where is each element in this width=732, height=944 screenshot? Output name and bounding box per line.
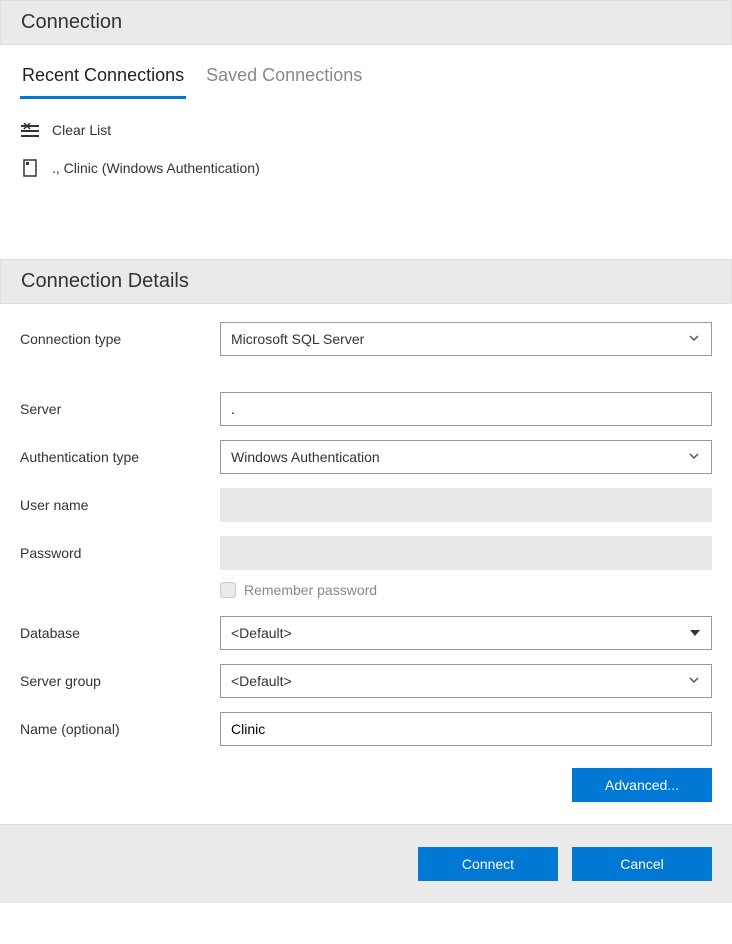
footer: Connect Cancel [0, 824, 732, 903]
tab-saved-label: Saved Connections [206, 65, 362, 85]
server-group-select[interactable]: <Default> [220, 664, 712, 698]
auth-type-select[interactable]: Windows Authentication [220, 440, 712, 474]
password-input [220, 536, 712, 570]
cancel-button[interactable]: Cancel [572, 847, 712, 881]
server-group-value: <Default> [231, 673, 292, 689]
recent-connection-item[interactable]: ., Clinic (Windows Authentication) [20, 149, 712, 187]
recent-connection-label: ., Clinic (Windows Authentication) [52, 160, 260, 176]
advanced-button-label: Advanced... [605, 777, 679, 793]
tab-recent-connections[interactable]: Recent Connections [20, 59, 186, 99]
username-input [220, 488, 712, 522]
name-input[interactable] [220, 712, 712, 746]
connection-type-select[interactable]: Microsoft SQL Server [220, 322, 712, 356]
remember-password-checkbox [220, 582, 236, 598]
cancel-button-label: Cancel [620, 856, 664, 872]
password-label: Password [20, 545, 220, 561]
database-label: Database [20, 625, 220, 641]
connection-type-label: Connection type [20, 331, 220, 347]
auth-type-value: Windows Authentication [231, 449, 380, 465]
connection-title: Connection [21, 11, 122, 33]
server-icon [20, 159, 40, 177]
connection-details-title: Connection Details [21, 270, 189, 292]
auth-type-label: Authentication type [20, 449, 220, 465]
chevron-down-icon [688, 673, 700, 689]
connection-header: Connection [0, 0, 732, 45]
clear-list-button[interactable]: Clear List [20, 111, 712, 149]
server-input[interactable] [220, 392, 712, 426]
server-group-label: Server group [20, 673, 220, 689]
database-value: <Default> [231, 625, 292, 641]
clear-list-icon [20, 121, 40, 139]
advanced-button[interactable]: Advanced... [572, 768, 712, 802]
database-combobox[interactable]: <Default> [220, 616, 712, 650]
connect-button[interactable]: Connect [418, 847, 558, 881]
connect-button-label: Connect [462, 856, 514, 872]
tab-recent-label: Recent Connections [22, 65, 184, 85]
recent-connections-list: Clear List ., Clinic (Windows Authentica… [0, 99, 732, 259]
tabs: Recent Connections Saved Connections [0, 45, 732, 99]
server-label: Server [20, 401, 220, 417]
name-label: Name (optional) [20, 721, 220, 737]
chevron-down-icon [688, 331, 700, 347]
remember-password-label: Remember password [244, 582, 377, 598]
chevron-down-icon [688, 449, 700, 465]
clear-list-label: Clear List [52, 122, 111, 138]
caret-down-icon [690, 630, 700, 636]
username-label: User name [20, 497, 220, 513]
connection-details-form: Connection type Microsoft SQL Server Ser… [0, 304, 732, 746]
tab-saved-connections[interactable]: Saved Connections [204, 59, 364, 99]
connection-details-header: Connection Details [0, 259, 732, 304]
connection-type-value: Microsoft SQL Server [231, 331, 364, 347]
